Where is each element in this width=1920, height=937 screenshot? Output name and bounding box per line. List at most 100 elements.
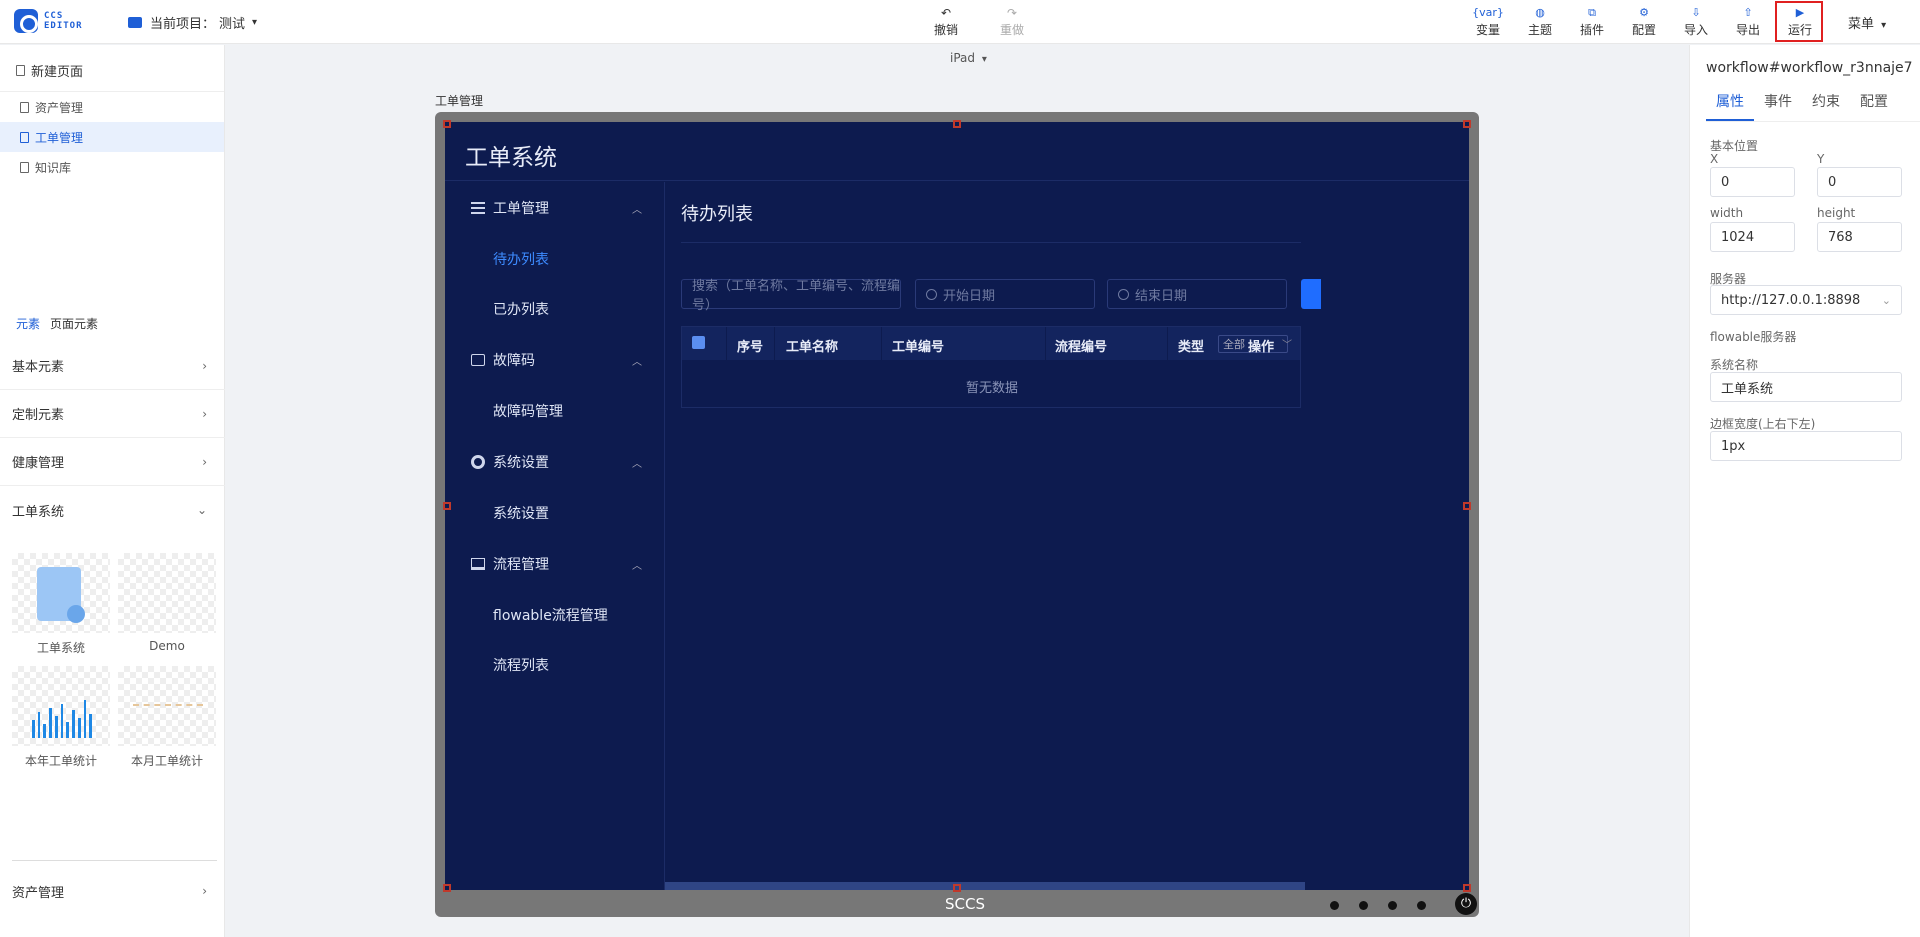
- search-input[interactable]: 搜索（工单名称、工单编号、流程编号）: [681, 279, 901, 313]
- power-icon[interactable]: ⏻: [1455, 893, 1477, 915]
- component-demo[interactable]: Demo: [118, 553, 216, 656]
- tab-constraints[interactable]: 约束: [1802, 91, 1850, 121]
- category-assets[interactable]: 资产管理 ›: [0, 867, 225, 915]
- undo-label: 撤销: [933, 23, 958, 37]
- config-button[interactable]: ⚙ 配置: [1628, 6, 1660, 38]
- menu-item-faultcode-mgmt[interactable]: 故障码管理: [445, 386, 664, 436]
- import-icon: ⇩: [1691, 6, 1701, 19]
- resize-handle[interactable]: [443, 120, 451, 128]
- device-selector[interactable]: iPad ▾: [950, 51, 987, 65]
- logo-line2: EDITOR: [44, 21, 83, 31]
- new-page-label: 新建页面: [31, 64, 84, 80]
- resize-handle[interactable]: [1463, 502, 1471, 510]
- system-name-input[interactable]: 工单系统: [1710, 372, 1902, 402]
- new-page-button[interactable]: 新建页面: [0, 45, 224, 81]
- width-label: width: [1710, 206, 1744, 220]
- horizontal-scrollbar[interactable]: [665, 882, 1305, 890]
- variables-button[interactable]: {var} 变量: [1472, 6, 1504, 38]
- board-icon: [471, 558, 485, 570]
- system-name-label: 系统名称: [1710, 358, 1759, 372]
- category-label: 健康管理: [12, 456, 65, 471]
- resize-handle[interactable]: [953, 884, 961, 892]
- clock-icon: [1118, 288, 1129, 300]
- height-label: height: [1817, 206, 1856, 220]
- menu-group-process[interactable]: 流程管理 ︿: [445, 538, 664, 590]
- pagination-dots: [1330, 901, 1426, 910]
- menu-group-settings[interactable]: 系统设置 ︿: [445, 436, 664, 488]
- tab-properties[interactable]: 属性: [1706, 91, 1754, 121]
- resize-handle[interactable]: [1463, 884, 1471, 892]
- export-button[interactable]: ⇧ 导出: [1732, 6, 1764, 38]
- page-item-workorder[interactable]: 工单管理: [0, 122, 224, 152]
- y-label: Y: [1817, 152, 1825, 166]
- start-date-placeholder: 开始日期: [943, 288, 996, 304]
- tab-page-elements[interactable]: 页面元素: [50, 315, 98, 337]
- component-yearly-stats[interactable]: 本年工单统计: [12, 666, 110, 769]
- workflow-component[interactable]: 工单系统 工单管理 ︿ 待办列表 已办列表 故障码 ︿ 故障码管理 系统设置 ︿…: [443, 120, 1471, 892]
- search-button[interactable]: [1301, 279, 1321, 309]
- theme-button[interactable]: ◍ 主题: [1524, 6, 1556, 38]
- chevron-down-icon: ⌄: [1881, 293, 1891, 307]
- menu-item-done[interactable]: 已办列表: [445, 284, 664, 334]
- x-input[interactable]: 0: [1710, 167, 1795, 197]
- y-input[interactable]: 0: [1817, 167, 1902, 197]
- gear-icon: ⚙: [1639, 6, 1649, 19]
- clock-icon: [926, 288, 937, 300]
- select-all-checkbox[interactable]: [692, 336, 705, 349]
- menu-item-todo[interactable]: 待办列表: [445, 234, 664, 284]
- category-health[interactable]: 健康管理 ›: [0, 438, 225, 486]
- plugins-button[interactable]: ⧉ 插件: [1576, 6, 1608, 38]
- category-workorder[interactable]: 工单系统 ⌄: [0, 486, 225, 534]
- dot[interactable]: [1359, 901, 1368, 910]
- menu-group-faultcode[interactable]: 故障码 ︿: [445, 334, 664, 386]
- redo-button[interactable]: ↷ 重做: [996, 6, 1028, 38]
- device-label: iPad: [950, 51, 976, 65]
- menu-item-process-list[interactable]: 流程列表: [445, 640, 664, 690]
- divider: [12, 860, 217, 861]
- app-logo[interactable]: CCS EDITOR: [14, 9, 83, 33]
- category-basic[interactable]: 基本元素 ›: [0, 342, 225, 390]
- start-date-picker[interactable]: 开始日期: [915, 279, 1095, 309]
- menu-button[interactable]: 菜单 ▾: [1848, 13, 1886, 32]
- server-select[interactable]: http://127.0.0.1:8898 ⌄: [1710, 285, 1902, 315]
- resize-handle[interactable]: [1463, 120, 1471, 128]
- component-thumbnail: [12, 666, 110, 746]
- component-label: 本年工单统计: [24, 754, 97, 768]
- line-chart-icon: [133, 704, 203, 706]
- folder-icon: [128, 17, 142, 28]
- import-button[interactable]: ⇩ 导入: [1680, 6, 1712, 38]
- property-tabs: 属性 事件 约束 配置: [1706, 91, 1920, 122]
- resize-handle[interactable]: [443, 884, 451, 892]
- tab-events[interactable]: 事件: [1754, 91, 1802, 121]
- page-item-knowledge[interactable]: 知识库: [0, 152, 224, 182]
- menu-item-settings[interactable]: 系统设置: [445, 488, 664, 538]
- run-highlight: [1775, 1, 1823, 42]
- page-item-assets[interactable]: 资产管理: [0, 92, 224, 122]
- page-icon: [20, 101, 29, 113]
- border-width-input[interactable]: 1px: [1710, 431, 1902, 461]
- project-selector[interactable]: 当前项目： 测试 ▾: [128, 13, 257, 32]
- dot[interactable]: [1388, 901, 1397, 910]
- menu-group-workorder[interactable]: 工单管理 ︿: [445, 182, 664, 234]
- tab-elements[interactable]: 元素: [16, 315, 40, 337]
- component-workorder-system[interactable]: 工单系统: [12, 553, 110, 656]
- redo-icon: ↷: [1006, 6, 1018, 20]
- page-item-label: 资产管理: [35, 100, 84, 115]
- chevron-up-icon: ︿: [632, 356, 642, 368]
- tab-config[interactable]: 配置: [1850, 91, 1898, 121]
- chevron-up-icon: ︿: [632, 458, 642, 470]
- category-custom[interactable]: 定制元素 ›: [0, 390, 225, 438]
- dot[interactable]: [1417, 901, 1426, 910]
- resize-handle[interactable]: [953, 120, 961, 128]
- undo-button[interactable]: ↶ 撤销: [930, 6, 962, 38]
- height-input[interactable]: 768: [1817, 222, 1902, 252]
- config-label: 配置: [1631, 23, 1656, 37]
- width-input[interactable]: 1024: [1710, 222, 1795, 252]
- resize-handle[interactable]: [443, 502, 451, 510]
- component-monthly-stats[interactable]: 本月工单统计: [118, 666, 216, 769]
- project-label: 当前项目：: [150, 17, 216, 32]
- dot[interactable]: [1330, 901, 1339, 910]
- chevron-right-icon: ›: [202, 406, 207, 421]
- menu-item-flowable[interactable]: flowable流程管理: [445, 590, 664, 640]
- end-date-picker[interactable]: 结束日期: [1107, 279, 1287, 309]
